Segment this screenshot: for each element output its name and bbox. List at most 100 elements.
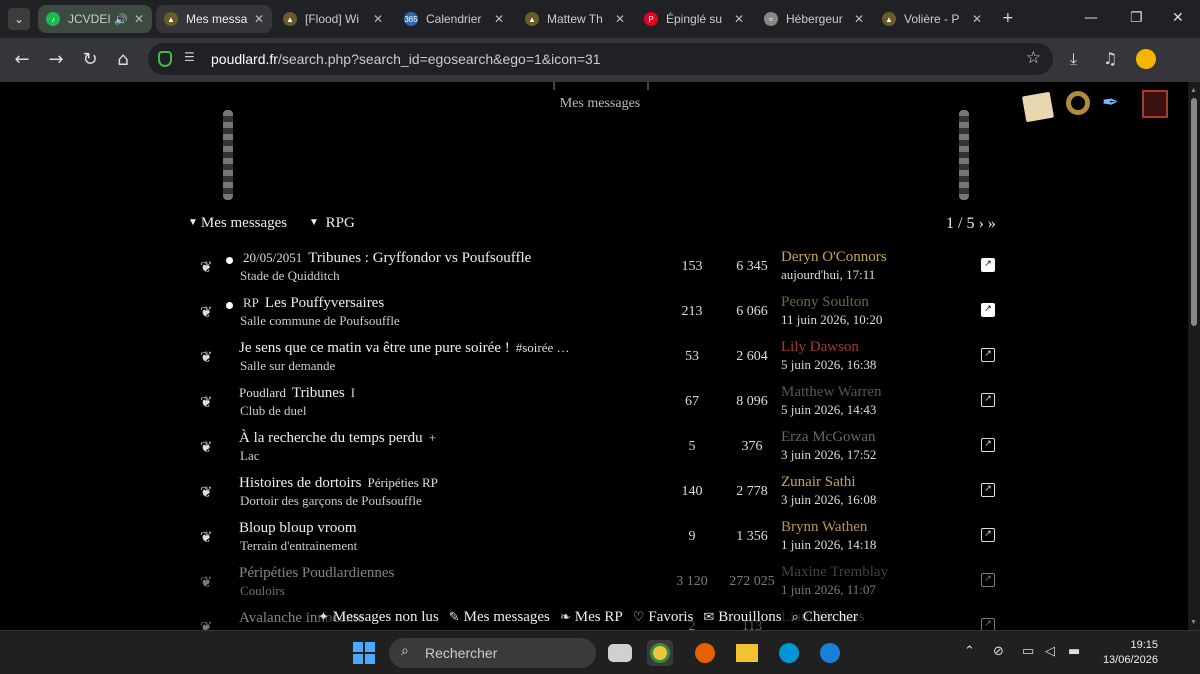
browser-tab[interactable]: 365 Calendrier ✕ bbox=[396, 5, 512, 33]
firefox-app-icon[interactable] bbox=[692, 640, 718, 666]
topic-last-author[interactable]: Zunair Sathi bbox=[781, 474, 856, 491]
tab-close-icon[interactable]: ✕ bbox=[972, 12, 982, 26]
display-icon[interactable]: ▭ bbox=[1022, 644, 1034, 659]
topic-last-author[interactable]: Erza McGowan bbox=[781, 429, 876, 446]
taskbar-search[interactable]: ⌕ Rechercher bbox=[389, 638, 596, 668]
volume-icon[interactable]: ◁ bbox=[1045, 644, 1055, 659]
topic-last-author[interactable]: Peony Soulton bbox=[781, 294, 869, 311]
hp-app-icon[interactable] bbox=[776, 640, 802, 666]
topic-forum-link[interactable]: Lac bbox=[240, 448, 259, 464]
battery-icon[interactable]: ▬ bbox=[1068, 644, 1080, 659]
topic-row[interactable]: ❦ Péripéties Poudlardiennes Couloirs 3 120 2… bbox=[0, 560, 1188, 605]
site-settings-icon[interactable]: ☰ bbox=[184, 50, 195, 64]
topic-title-link[interactable]: Les Pouffyversaires bbox=[265, 295, 384, 311]
notification-off-icon[interactable]: ⊘ bbox=[993, 644, 1004, 659]
system-clock[interactable]: 19:15 13/06/2026 bbox=[1098, 638, 1158, 668]
topic-forum-link[interactable]: Salle commune de Poufsouffle bbox=[240, 313, 400, 329]
profile-avatar[interactable] bbox=[1136, 49, 1156, 69]
topic-row[interactable]: ❦ 20/05/2051 Tribunes : Gryffondor vs Pouf… bbox=[0, 245, 1188, 290]
topic-title-link[interactable]: Péripéties Poudlardiennes bbox=[239, 565, 394, 581]
tab-search-menu-button[interactable]: ⌄ bbox=[8, 8, 30, 30]
breadcrumb-rpg[interactable]: ▼ RPG bbox=[309, 215, 355, 232]
go-to-last-post-icon[interactable]: ↗ bbox=[981, 303, 995, 317]
letter-icon[interactable] bbox=[1021, 91, 1055, 123]
browser-tab[interactable]: ▲ Mattew Th ✕ bbox=[517, 5, 633, 33]
go-to-last-post-icon[interactable]: ↗ bbox=[981, 438, 995, 452]
topic-row[interactable]: ❦ Histoires de dortoirs Péripéties RP Dorto… bbox=[0, 470, 1188, 515]
topic-forum-link[interactable]: Club de duel bbox=[240, 403, 306, 419]
topic-forum-link[interactable]: Stade de Quidditch bbox=[240, 268, 340, 284]
home-button[interactable]: ⌂ bbox=[111, 48, 135, 72]
minimize-button[interactable]: — bbox=[1084, 10, 1098, 26]
page-total[interactable]: 5 bbox=[966, 215, 974, 232]
close-window-button[interactable]: ✕ bbox=[1172, 10, 1184, 26]
bottom-nav-search[interactable]: ⌕ Chercher bbox=[792, 606, 858, 628]
go-to-last-post-icon[interactable]: ↗ bbox=[981, 348, 995, 362]
topic-title-link[interactable]: Histoires de dortoirs bbox=[239, 475, 361, 491]
browser-tab[interactable]: ≈ Hébergeur ✕ bbox=[756, 5, 872, 33]
topic-title-link[interactable]: Bloup bloup vroom bbox=[239, 520, 357, 536]
topic-title-link[interactable]: Tribunes : Gryffondor vs Poufsouffle bbox=[308, 250, 531, 266]
tab-audio-icon[interactable]: 🔊 bbox=[114, 13, 128, 26]
address-bar[interactable]: ☰ poudlard.fr/search.php?search_id=egose… bbox=[148, 43, 1053, 75]
tab-close-icon[interactable]: ✕ bbox=[615, 12, 625, 26]
topic-last-author[interactable]: Matthew Warren bbox=[781, 384, 882, 401]
new-tab-button[interactable]: + bbox=[1002, 10, 1014, 26]
topic-row[interactable]: ❦ À la recherche du temps perdu + Lac 5 376 Er… bbox=[0, 425, 1188, 470]
next-page-icon[interactable]: › bbox=[978, 215, 983, 232]
go-to-last-post-icon[interactable]: ↗ bbox=[981, 483, 995, 497]
browser-tab[interactable]: ▲ Mes messa ✕ bbox=[156, 5, 272, 33]
tab-close-icon[interactable]: ✕ bbox=[854, 12, 864, 26]
ring-icon[interactable] bbox=[1066, 91, 1090, 115]
task-view-icon[interactable] bbox=[608, 644, 632, 662]
topic-last-author[interactable]: Deryn O'Connors bbox=[781, 249, 887, 266]
browser-tab[interactable]: ▲ [Flood] Wi ✕ bbox=[275, 5, 391, 33]
help-app-icon[interactable] bbox=[817, 640, 843, 666]
breadcrumb-my-messages[interactable]: ▼ Mes messages bbox=[188, 215, 287, 232]
browser-tab[interactable]: ♪ JCVDEI 🔊 ✕ bbox=[38, 5, 152, 33]
download-icon[interactable]: ⤓ bbox=[1070, 49, 1077, 69]
bottom-nav-favorites[interactable]: ♡ Favoris bbox=[633, 606, 694, 628]
topic-last-author[interactable]: Brynn Wathen bbox=[781, 519, 867, 536]
go-to-last-post-icon[interactable]: ↗ bbox=[981, 573, 995, 587]
chrome-app-icon[interactable] bbox=[647, 640, 673, 666]
bottom-nav-my-rp[interactable]: ❧ Mes RP bbox=[560, 606, 623, 628]
go-to-last-post-icon[interactable]: ↗ bbox=[981, 258, 995, 272]
topic-last-author[interactable]: Maxine Tremblay bbox=[781, 564, 888, 581]
topic-row[interactable]: ❦ Poudlard Tribunes I Club de duel 67 8 096 Mat… bbox=[0, 380, 1188, 425]
tab-close-icon[interactable]: ✕ bbox=[734, 12, 744, 26]
topic-title-link[interactable]: À la recherche du temps perdu bbox=[239, 430, 423, 446]
tab-close-icon[interactable]: ✕ bbox=[373, 12, 383, 26]
tray-chevron-icon[interactable]: ⌃ bbox=[964, 644, 975, 659]
topic-forum-link[interactable]: Salle sur demande bbox=[240, 358, 335, 374]
bottom-nav-unread[interactable]: ✦ Messages non lus bbox=[318, 606, 439, 628]
security-shield-icon[interactable] bbox=[158, 51, 172, 67]
tab-close-icon[interactable]: ✕ bbox=[494, 12, 504, 26]
page-scrollbar[interactable]: ▲ ▼ bbox=[1188, 82, 1200, 630]
scroll-up-icon[interactable]: ▲ bbox=[1190, 86, 1197, 94]
bookmark-star-icon[interactable]: ☆ bbox=[1026, 48, 1041, 68]
topic-title-link[interactable]: Tribunes bbox=[292, 385, 345, 401]
url-text[interactable]: poudlard.fr/search.php?search_id=egosear… bbox=[211, 51, 601, 67]
file-explorer-icon[interactable] bbox=[734, 640, 760, 666]
go-to-last-post-icon[interactable]: ↗ bbox=[981, 528, 995, 542]
browser-tab[interactable]: ▲ Volière - P ✕ bbox=[874, 5, 990, 33]
quill-icon[interactable]: ✒ bbox=[1102, 90, 1126, 118]
topic-row[interactable]: ❦ Bloup bloup vroom Terrain d'entrainement… bbox=[0, 515, 1188, 560]
browser-tab[interactable]: P Épinglé su ✕ bbox=[636, 5, 752, 33]
go-to-last-post-icon[interactable]: ↗ bbox=[981, 393, 995, 407]
topic-forum-link[interactable]: Dortoir des garçons de Poufsouffle bbox=[240, 493, 422, 509]
topic-last-author[interactable]: Lily Dawson bbox=[781, 339, 859, 356]
go-to-last-post-icon[interactable]: ↗ bbox=[981, 618, 995, 630]
bottom-nav-drafts[interactable]: ✉ Brouillons bbox=[703, 606, 781, 628]
scrollbar-thumb[interactable] bbox=[1191, 98, 1197, 326]
spellbook-icon[interactable] bbox=[1142, 90, 1168, 118]
back-button[interactable]: ← bbox=[10, 48, 34, 72]
topic-title-link[interactable]: Je sens que ce matin va être une pure so… bbox=[239, 340, 510, 356]
last-page-icon[interactable]: » bbox=[988, 215, 996, 232]
topic-row[interactable]: ❦ Je sens que ce matin va être une pure s… bbox=[0, 335, 1188, 380]
reload-button[interactable]: ↻ bbox=[78, 48, 102, 72]
tab-close-icon[interactable]: ✕ bbox=[254, 12, 264, 26]
windows-start-icon[interactable] bbox=[353, 642, 375, 664]
bottom-nav-my-messages[interactable]: ✎ Mes messages bbox=[449, 606, 550, 628]
